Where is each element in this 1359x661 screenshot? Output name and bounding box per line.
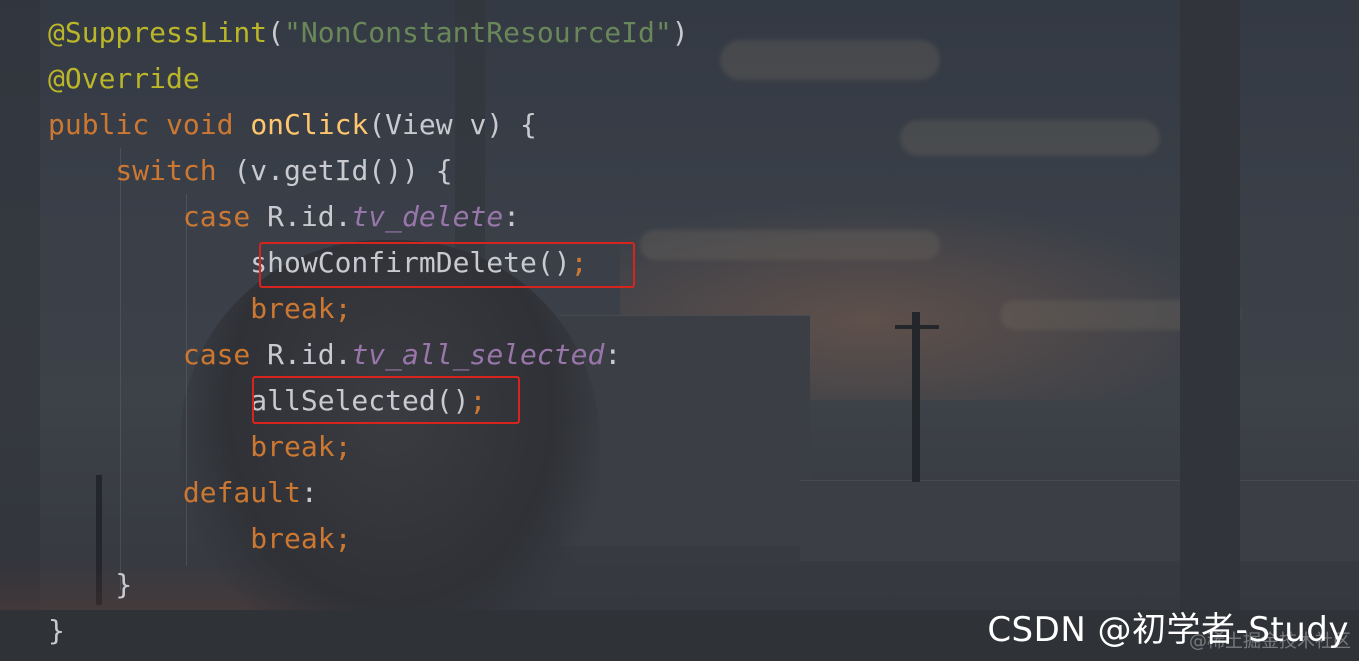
code-token-plain: } (48, 614, 65, 647)
cloud (900, 120, 1160, 156)
code-token-plain: : (503, 200, 521, 233)
code-token-plain: (v.getId()) { (233, 154, 453, 187)
csdn-watermark: CSDN @初学者-Study (987, 610, 1349, 650)
code-token-keyword: ; (334, 522, 352, 555)
code-token-annotation: @SuppressLint (48, 16, 268, 49)
code-token-field: tv_delete (351, 200, 504, 233)
code-token-plain: R.id. (267, 200, 352, 233)
code-line: switch (v.getId()) { (48, 148, 689, 194)
utility-pole (912, 312, 920, 482)
code-token-plain: : (300, 476, 318, 509)
screenshot-frame: @SuppressLint("NonConstantResourceId") @O… (0, 0, 1359, 661)
code-line: } (48, 608, 689, 654)
highlight-box-all-selected (252, 376, 520, 424)
code-line: } (48, 562, 689, 608)
code-token-string: "NonConstantResourceId" (284, 16, 672, 49)
code-token-keyword: case (48, 338, 268, 371)
code-token-keyword: break (48, 430, 335, 463)
highlight-box-show-confirm-delete (259, 242, 635, 288)
code-token-plain: (View v) { (368, 108, 537, 141)
code-token-plain: ( (267, 16, 285, 49)
code-token-keyword: switch (48, 154, 234, 187)
code-token-keyword: default (48, 476, 301, 509)
cloud (1000, 300, 1240, 330)
code-line: default: (48, 470, 689, 516)
window-pillar (0, 0, 40, 661)
code-token-method: onClick (250, 108, 369, 141)
code-token-keyword: public (48, 108, 167, 141)
sunset-sky-glow (620, 200, 1240, 400)
code-token-keyword: break (48, 522, 335, 555)
code-line: case R.id.tv_all_selected: (48, 332, 689, 378)
code-token-plain: R.id. (267, 338, 352, 371)
code-line: break; (48, 286, 689, 332)
code-token-plain: : (604, 338, 622, 371)
code-line: case R.id.tv_delete: (48, 194, 689, 240)
code-token-annotation: @Override (48, 62, 200, 95)
code-token-keyword: break (48, 292, 335, 325)
utility-pole-crossbar (895, 325, 939, 329)
code-token-plain: ) (671, 16, 689, 49)
code-token-keyword: ; (334, 430, 352, 463)
code-line: @Override (48, 56, 689, 102)
cloud (720, 40, 940, 80)
window-pillar (1180, 0, 1240, 661)
code-token-keyword: ; (334, 292, 352, 325)
code-token-plain: } (48, 568, 133, 601)
code-line: break; (48, 424, 689, 470)
building (800, 480, 1359, 561)
code-token-keyword: void (166, 108, 251, 141)
code-token-field: tv_all_selected (351, 338, 605, 371)
code-token-keyword: case (48, 200, 268, 233)
code-editor: @SuppressLint("NonConstantResourceId") @O… (48, 10, 689, 654)
code-line: break; (48, 516, 689, 562)
code-line: public void onClick(View v) { (48, 102, 689, 148)
code-line: @SuppressLint("NonConstantResourceId") (48, 10, 689, 56)
